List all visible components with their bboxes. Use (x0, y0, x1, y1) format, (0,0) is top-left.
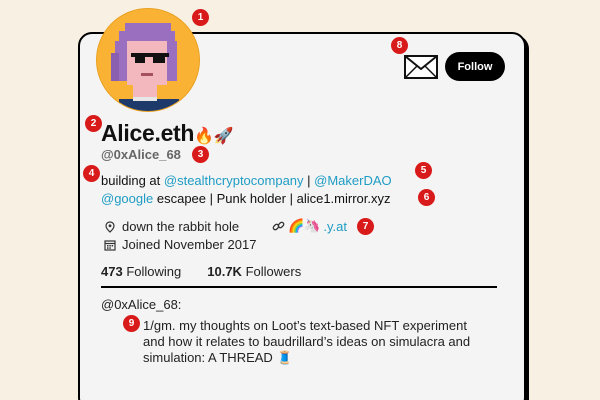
annotation-badge: 1 (192, 9, 209, 26)
profile-display-name: Alice.eth🔥🚀 (101, 120, 234, 147)
following-count: 473 (101, 264, 123, 279)
tweet-body: 1/gm. my thoughts on Loot’s text-based N… (143, 318, 471, 365)
website-link[interactable]: .y.at (323, 219, 347, 234)
following-stat[interactable]: 473 Following (101, 264, 181, 279)
bio-link-makerdao[interactable]: @MakerDAO (314, 173, 392, 188)
profile-avatar[interactable] (96, 8, 200, 112)
bio-line2: escapee | Punk holder | alice1.mirror.xy… (153, 191, 391, 206)
location-text: down the rabbit hole (122, 219, 240, 234)
display-name-emoji: 🔥🚀 (194, 128, 234, 145)
profile-stats: 473 Following 10.7K Followers (101, 264, 301, 279)
bio-separator: | (303, 173, 315, 188)
link-icon (272, 221, 285, 230)
annotation-badge: 7 (357, 218, 374, 235)
website-emoji: 🌈🦄 (288, 218, 321, 233)
section-divider (101, 286, 497, 288)
bio-link-google[interactable]: @google (101, 191, 153, 206)
followers-count: 10.7K (207, 264, 242, 279)
bio-prefix: building at (101, 173, 164, 188)
following-label: Following (126, 264, 182, 279)
calendar-icon (104, 239, 116, 251)
tweet-author: @0xAlice_68: (101, 297, 182, 312)
annotation-badge: 3 (192, 146, 209, 163)
display-name-text: Alice.eth (101, 120, 195, 146)
follow-button[interactable]: Follow (445, 52, 505, 81)
joined-text: Joined November 2017 (122, 237, 257, 252)
cryptopunk-avatar-icon (97, 9, 199, 111)
thread-emoji: 🧵 (276, 350, 293, 365)
annotation-badge: 4 (83, 165, 100, 182)
annotation-badge: 8 (391, 37, 408, 54)
followers-stat[interactable]: 10.7K Followers (207, 264, 301, 279)
profile-handle: @0xAlice_68 (101, 147, 181, 162)
bio-link-company[interactable]: @stealthcryptocompany (164, 173, 304, 188)
profile-bio: building at @stealthcryptocompany | @Mak… (101, 172, 461, 208)
message-button[interactable] (404, 55, 438, 79)
profile-joined: Joined November 2017 (104, 237, 256, 252)
followers-label: Followers (245, 264, 302, 279)
envelope-icon (404, 55, 438, 79)
tweet-text: 1/gm. my thoughts on Loot’s text-based N… (143, 318, 483, 366)
annotation-badge: 9 (123, 315, 140, 332)
annotation-badge: 2 (85, 115, 102, 132)
map-pin-icon (105, 220, 115, 233)
profile-website[interactable]: 🌈🦄 .y.at (272, 218, 347, 234)
profile-location: down the rabbit hole (104, 219, 239, 234)
